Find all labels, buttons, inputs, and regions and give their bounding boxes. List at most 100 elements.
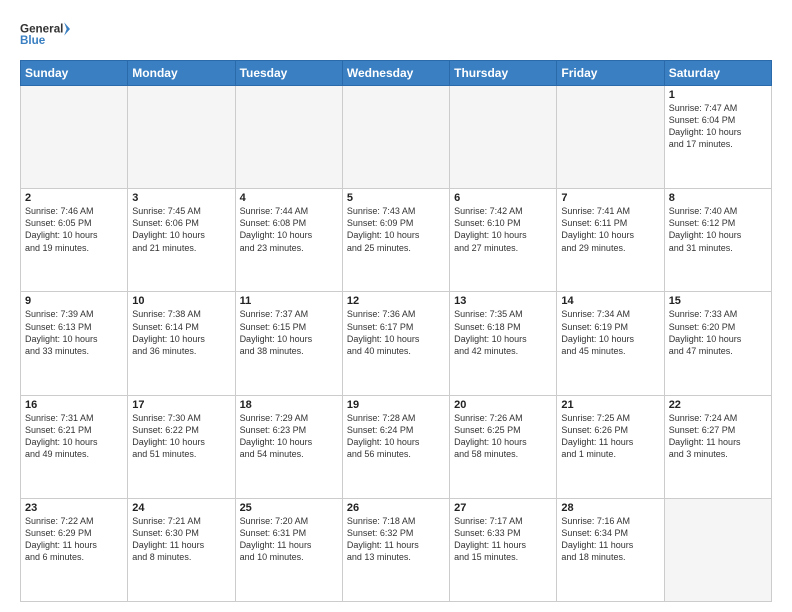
day-cell: 4Sunrise: 7:44 AM Sunset: 6:08 PM Daylig… xyxy=(235,189,342,292)
day-number: 11 xyxy=(240,295,338,307)
weekday-friday: Friday xyxy=(557,61,664,86)
day-info: Sunrise: 7:17 AM Sunset: 6:33 PM Dayligh… xyxy=(454,515,552,564)
day-cell: 6Sunrise: 7:42 AM Sunset: 6:10 PM Daylig… xyxy=(450,189,557,292)
week-row-4: 16Sunrise: 7:31 AM Sunset: 6:21 PM Dayli… xyxy=(21,395,772,498)
day-cell xyxy=(235,86,342,189)
day-info: Sunrise: 7:33 AM Sunset: 6:20 PM Dayligh… xyxy=(669,308,767,357)
day-cell: 11Sunrise: 7:37 AM Sunset: 6:15 PM Dayli… xyxy=(235,292,342,395)
day-number: 25 xyxy=(240,502,338,514)
day-cell: 28Sunrise: 7:16 AM Sunset: 6:34 PM Dayli… xyxy=(557,498,664,601)
day-number: 17 xyxy=(132,399,230,411)
day-number: 13 xyxy=(454,295,552,307)
day-info: Sunrise: 7:36 AM Sunset: 6:17 PM Dayligh… xyxy=(347,308,445,357)
day-info: Sunrise: 7:38 AM Sunset: 6:14 PM Dayligh… xyxy=(132,308,230,357)
day-info: Sunrise: 7:46 AM Sunset: 6:05 PM Dayligh… xyxy=(25,205,123,254)
day-number: 27 xyxy=(454,502,552,514)
day-info: Sunrise: 7:35 AM Sunset: 6:18 PM Dayligh… xyxy=(454,308,552,357)
weekday-tuesday: Tuesday xyxy=(235,61,342,86)
weekday-monday: Monday xyxy=(128,61,235,86)
logo: General Blue xyxy=(20,16,70,52)
day-number: 20 xyxy=(454,399,552,411)
day-number: 21 xyxy=(561,399,659,411)
day-cell: 26Sunrise: 7:18 AM Sunset: 6:32 PM Dayli… xyxy=(342,498,449,601)
day-cell xyxy=(342,86,449,189)
day-number: 14 xyxy=(561,295,659,307)
day-info: Sunrise: 7:39 AM Sunset: 6:13 PM Dayligh… xyxy=(25,308,123,357)
calendar-body: 1Sunrise: 7:47 AM Sunset: 6:04 PM Daylig… xyxy=(21,86,772,602)
day-number: 6 xyxy=(454,192,552,204)
header: General Blue xyxy=(20,16,772,52)
day-number: 7 xyxy=(561,192,659,204)
day-number: 23 xyxy=(25,502,123,514)
day-info: Sunrise: 7:24 AM Sunset: 6:27 PM Dayligh… xyxy=(669,412,767,461)
day-info: Sunrise: 7:44 AM Sunset: 6:08 PM Dayligh… xyxy=(240,205,338,254)
day-cell: 12Sunrise: 7:36 AM Sunset: 6:17 PM Dayli… xyxy=(342,292,449,395)
day-number: 26 xyxy=(347,502,445,514)
day-number: 8 xyxy=(669,192,767,204)
day-number: 15 xyxy=(669,295,767,307)
day-cell: 2Sunrise: 7:46 AM Sunset: 6:05 PM Daylig… xyxy=(21,189,128,292)
day-cell: 24Sunrise: 7:21 AM Sunset: 6:30 PM Dayli… xyxy=(128,498,235,601)
day-cell: 22Sunrise: 7:24 AM Sunset: 6:27 PM Dayli… xyxy=(664,395,771,498)
day-cell: 23Sunrise: 7:22 AM Sunset: 6:29 PM Dayli… xyxy=(21,498,128,601)
day-info: Sunrise: 7:20 AM Sunset: 6:31 PM Dayligh… xyxy=(240,515,338,564)
week-row-5: 23Sunrise: 7:22 AM Sunset: 6:29 PM Dayli… xyxy=(21,498,772,601)
day-info: Sunrise: 7:31 AM Sunset: 6:21 PM Dayligh… xyxy=(25,412,123,461)
day-cell: 18Sunrise: 7:29 AM Sunset: 6:23 PM Dayli… xyxy=(235,395,342,498)
weekday-sunday: Sunday xyxy=(21,61,128,86)
day-cell: 25Sunrise: 7:20 AM Sunset: 6:31 PM Dayli… xyxy=(235,498,342,601)
day-number: 12 xyxy=(347,295,445,307)
day-number: 5 xyxy=(347,192,445,204)
day-info: Sunrise: 7:29 AM Sunset: 6:23 PM Dayligh… xyxy=(240,412,338,461)
day-number: 3 xyxy=(132,192,230,204)
day-info: Sunrise: 7:47 AM Sunset: 6:04 PM Dayligh… xyxy=(669,102,767,151)
day-info: Sunrise: 7:28 AM Sunset: 6:24 PM Dayligh… xyxy=(347,412,445,461)
day-cell: 16Sunrise: 7:31 AM Sunset: 6:21 PM Dayli… xyxy=(21,395,128,498)
day-info: Sunrise: 7:18 AM Sunset: 6:32 PM Dayligh… xyxy=(347,515,445,564)
day-cell: 10Sunrise: 7:38 AM Sunset: 6:14 PM Dayli… xyxy=(128,292,235,395)
day-info: Sunrise: 7:21 AM Sunset: 6:30 PM Dayligh… xyxy=(132,515,230,564)
day-cell: 27Sunrise: 7:17 AM Sunset: 6:33 PM Dayli… xyxy=(450,498,557,601)
day-cell: 20Sunrise: 7:26 AM Sunset: 6:25 PM Dayli… xyxy=(450,395,557,498)
day-info: Sunrise: 7:30 AM Sunset: 6:22 PM Dayligh… xyxy=(132,412,230,461)
day-number: 16 xyxy=(25,399,123,411)
day-cell: 8Sunrise: 7:40 AM Sunset: 6:12 PM Daylig… xyxy=(664,189,771,292)
weekday-wednesday: Wednesday xyxy=(342,61,449,86)
day-cell xyxy=(21,86,128,189)
page: General Blue SundayMondayTuesdayWednesda… xyxy=(0,0,792,612)
day-info: Sunrise: 7:40 AM Sunset: 6:12 PM Dayligh… xyxy=(669,205,767,254)
day-cell: 3Sunrise: 7:45 AM Sunset: 6:06 PM Daylig… xyxy=(128,189,235,292)
day-info: Sunrise: 7:26 AM Sunset: 6:25 PM Dayligh… xyxy=(454,412,552,461)
day-cell: 9Sunrise: 7:39 AM Sunset: 6:13 PM Daylig… xyxy=(21,292,128,395)
day-number: 28 xyxy=(561,502,659,514)
calendar-table: SundayMondayTuesdayWednesdayThursdayFrid… xyxy=(20,60,772,602)
week-row-2: 2Sunrise: 7:46 AM Sunset: 6:05 PM Daylig… xyxy=(21,189,772,292)
day-number: 4 xyxy=(240,192,338,204)
day-info: Sunrise: 7:43 AM Sunset: 6:09 PM Dayligh… xyxy=(347,205,445,254)
day-number: 1 xyxy=(669,89,767,101)
weekday-saturday: Saturday xyxy=(664,61,771,86)
day-number: 22 xyxy=(669,399,767,411)
day-info: Sunrise: 7:16 AM Sunset: 6:34 PM Dayligh… xyxy=(561,515,659,564)
week-row-1: 1Sunrise: 7:47 AM Sunset: 6:04 PM Daylig… xyxy=(21,86,772,189)
day-cell: 5Sunrise: 7:43 AM Sunset: 6:09 PM Daylig… xyxy=(342,189,449,292)
day-cell: 13Sunrise: 7:35 AM Sunset: 6:18 PM Dayli… xyxy=(450,292,557,395)
day-info: Sunrise: 7:25 AM Sunset: 6:26 PM Dayligh… xyxy=(561,412,659,461)
day-cell xyxy=(128,86,235,189)
day-info: Sunrise: 7:42 AM Sunset: 6:10 PM Dayligh… xyxy=(454,205,552,254)
day-info: Sunrise: 7:41 AM Sunset: 6:11 PM Dayligh… xyxy=(561,205,659,254)
day-info: Sunrise: 7:22 AM Sunset: 6:29 PM Dayligh… xyxy=(25,515,123,564)
day-info: Sunrise: 7:34 AM Sunset: 6:19 PM Dayligh… xyxy=(561,308,659,357)
day-cell: 1Sunrise: 7:47 AM Sunset: 6:04 PM Daylig… xyxy=(664,86,771,189)
day-cell: 21Sunrise: 7:25 AM Sunset: 6:26 PM Dayli… xyxy=(557,395,664,498)
weekday-header-row: SundayMondayTuesdayWednesdayThursdayFrid… xyxy=(21,61,772,86)
day-number: 18 xyxy=(240,399,338,411)
day-info: Sunrise: 7:45 AM Sunset: 6:06 PM Dayligh… xyxy=(132,205,230,254)
week-row-3: 9Sunrise: 7:39 AM Sunset: 6:13 PM Daylig… xyxy=(21,292,772,395)
day-cell xyxy=(450,86,557,189)
day-cell: 19Sunrise: 7:28 AM Sunset: 6:24 PM Dayli… xyxy=(342,395,449,498)
day-number: 24 xyxy=(132,502,230,514)
day-number: 2 xyxy=(25,192,123,204)
day-cell: 15Sunrise: 7:33 AM Sunset: 6:20 PM Dayli… xyxy=(664,292,771,395)
day-number: 9 xyxy=(25,295,123,307)
